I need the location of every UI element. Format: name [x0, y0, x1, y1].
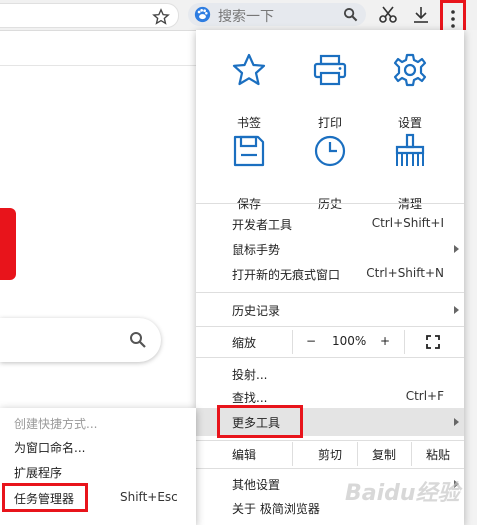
zoom-in-button[interactable]: +: [380, 334, 390, 348]
zoom-label: 缩放: [232, 336, 257, 350]
submenu-item-label: 扩展程序: [14, 466, 63, 480]
browser-toolbar: 搜索一下: [0, 0, 477, 31]
copy-button[interactable]: 复制: [357, 446, 411, 463]
divider: [292, 442, 293, 466]
menu-divider: [196, 468, 464, 469]
tile-label: 打印: [317, 116, 342, 130]
search-box[interactable]: 搜索一下: [188, 3, 366, 26]
divider: [404, 330, 405, 354]
download-icon[interactable]: [411, 5, 431, 25]
menu-item-cast[interactable]: 投射...: [196, 362, 464, 386]
bookmark-star-icon[interactable]: [152, 8, 170, 26]
browser-menu: 书签 打印 设置 保存 历史 清理 开发者工具 Ctrl+Shift+I 鼠标手…: [196, 30, 464, 525]
fullscreen-icon[interactable]: [426, 335, 440, 349]
menu-item-label: 查找...: [232, 391, 268, 405]
menu-item-shortcut: Ctrl+Shift+N: [366, 266, 444, 280]
menu-divider: [196, 326, 464, 327]
tile-save[interactable]: 保存: [209, 133, 289, 211]
cut-button[interactable]: 剪切: [303, 446, 357, 463]
tile-label: 书签: [236, 116, 261, 130]
tile-print[interactable]: 打印: [290, 52, 370, 130]
submenu-item-create-shortcut: 创建快捷方式...: [0, 410, 196, 434]
submenu-item-shortcut: Shift+Esc: [120, 490, 178, 504]
zoom-value: 100%: [332, 334, 367, 348]
menu-row-zoom: 缩放 − 100% +: [196, 330, 464, 354]
tile-settings[interactable]: 设置: [370, 52, 450, 130]
submenu-arrow-icon: [454, 418, 459, 426]
menu-divider: [196, 203, 464, 204]
menu-dots-icon: [451, 10, 455, 28]
tile-label: 设置: [397, 116, 422, 130]
submenu-item-label: 为窗口命名...: [14, 441, 86, 455]
menu-item-shortcut: Ctrl+F: [405, 389, 444, 403]
menu-item-label: 关于 极简浏览器: [232, 502, 320, 516]
annotation-highlight-task-manager: [2, 483, 88, 512]
submenu-item-name-window[interactable]: 为窗口命名...: [0, 434, 196, 458]
menu-item-label: 投射...: [232, 368, 268, 382]
menu-row-edit: 编辑 剪切 复制 粘贴: [196, 442, 464, 466]
menu-item-label: 开发者工具: [232, 218, 293, 232]
menu-divider: [196, 440, 464, 441]
menu-item-incognito[interactable]: 打开新的无痕式窗口 Ctrl+Shift+N: [196, 262, 464, 286]
save-icon: [233, 135, 265, 167]
submenu-arrow-icon: [454, 245, 459, 253]
address-bar[interactable]: [0, 3, 179, 28]
watermark: Baidu经验: [345, 481, 460, 506]
zoom-out-button[interactable]: −: [306, 334, 316, 348]
broom-icon: [395, 133, 425, 166]
submenu-item-label: 创建快捷方式...: [14, 417, 98, 431]
divider: [292, 330, 293, 354]
page-logo-fragment: [0, 208, 16, 280]
scissors-icon[interactable]: [378, 5, 398, 25]
paste-button[interactable]: 粘贴: [411, 446, 465, 463]
menu-item-devtools[interactable]: 开发者工具 Ctrl+Shift+I: [196, 212, 464, 236]
scrollbar-track: [464, 30, 477, 525]
baidu-icon: [194, 6, 211, 23]
menu-item-gestures[interactable]: 鼠标手势: [196, 237, 464, 261]
printer-icon: [313, 54, 347, 86]
menu-divider: [196, 292, 464, 293]
search-icon[interactable]: [129, 331, 147, 349]
menu-item-shortcut: Ctrl+Shift+I: [371, 216, 444, 230]
menu-item-history[interactable]: 历史记录: [196, 298, 464, 322]
tile-history[interactable]: 历史: [290, 133, 370, 211]
menu-item-label: 打开新的无痕式窗口: [232, 268, 341, 282]
search-placeholder: 搜索一下: [218, 9, 274, 25]
edit-label: 编辑: [232, 448, 257, 462]
page-search-box[interactable]: [0, 318, 161, 362]
annotation-highlight-more-tools: [217, 405, 303, 438]
menu-item-label: 鼠标手势: [232, 243, 281, 257]
submenu-item-extensions[interactable]: 扩展程序: [0, 459, 196, 483]
menu-item-label: 其他设置: [232, 478, 281, 492]
menu-item-label: 历史记录: [232, 304, 281, 318]
clock-icon: [314, 135, 346, 167]
submenu-arrow-icon: [454, 306, 459, 314]
page-divider: [0, 65, 196, 66]
tile-bookmarks[interactable]: 书签: [209, 52, 289, 130]
tile-clear[interactable]: 清理: [370, 133, 450, 211]
search-icon[interactable]: [343, 7, 358, 22]
menu-divider: [196, 357, 464, 358]
star-icon: [232, 53, 266, 86]
gear-icon: [393, 53, 427, 87]
